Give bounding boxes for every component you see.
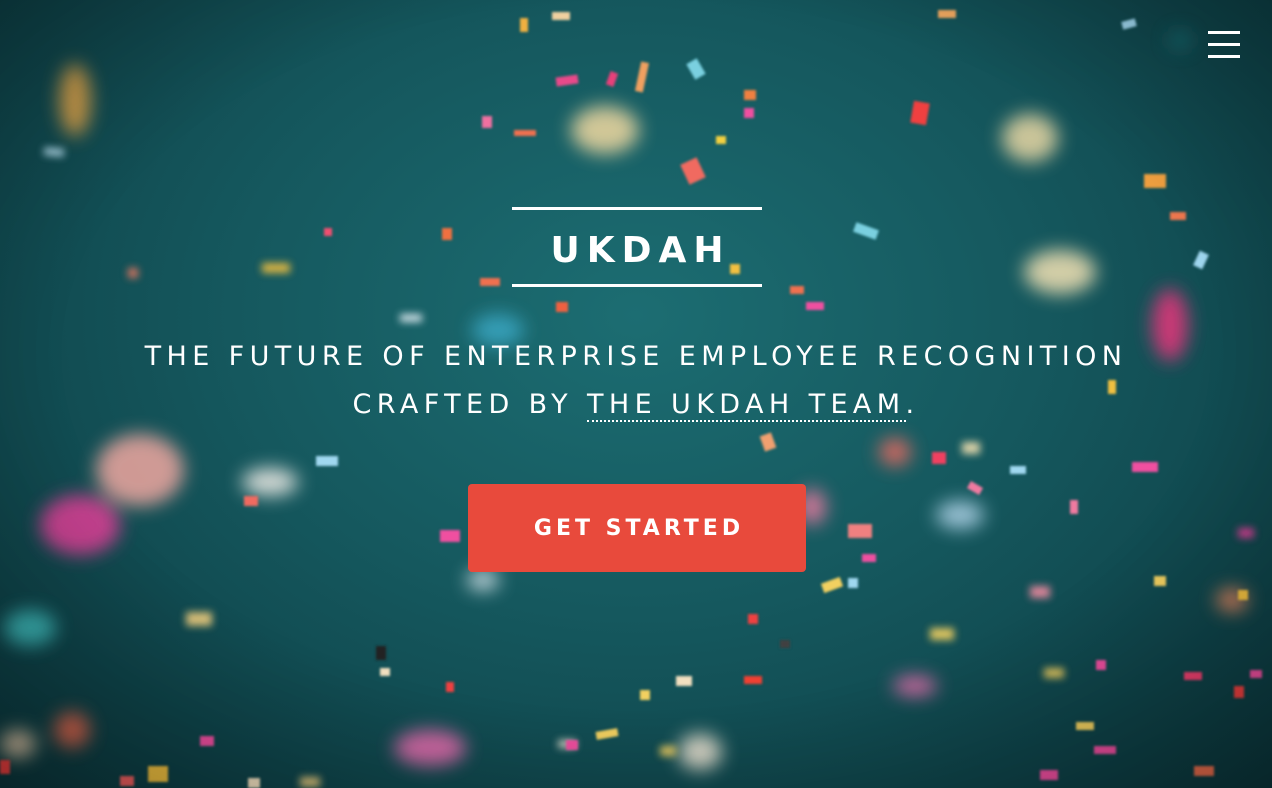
menu-bar-top (1208, 31, 1240, 34)
tagline-line-1: THE FUTURE OF ENTERPRISE EMPLOYEE RECOGN… (144, 341, 1128, 372)
team-link[interactable]: THE UKDAH TEAM (587, 389, 906, 422)
tagline: THE FUTURE OF ENTERPRISE EMPLOYEE RECOGN… (0, 333, 1272, 429)
site-title: UKDAH (550, 230, 731, 271)
tagline-prefix: CRAFTED BY (352, 389, 587, 420)
menu-bar-middle (1208, 43, 1240, 46)
menu-bar-bottom (1208, 55, 1240, 58)
tagline-suffix: . (905, 389, 920, 420)
logo-frame: UKDAH (512, 207, 762, 287)
hamburger-menu-icon[interactable] (1208, 29, 1240, 61)
hero-section: UKDAH THE FUTURE OF ENTERPRISE EMPLOYEE … (0, 0, 1272, 788)
tagline-line-2: CRAFTED BY THE UKDAH TEAM. (0, 381, 1272, 429)
get-started-button[interactable]: GET STARTED (468, 484, 806, 572)
